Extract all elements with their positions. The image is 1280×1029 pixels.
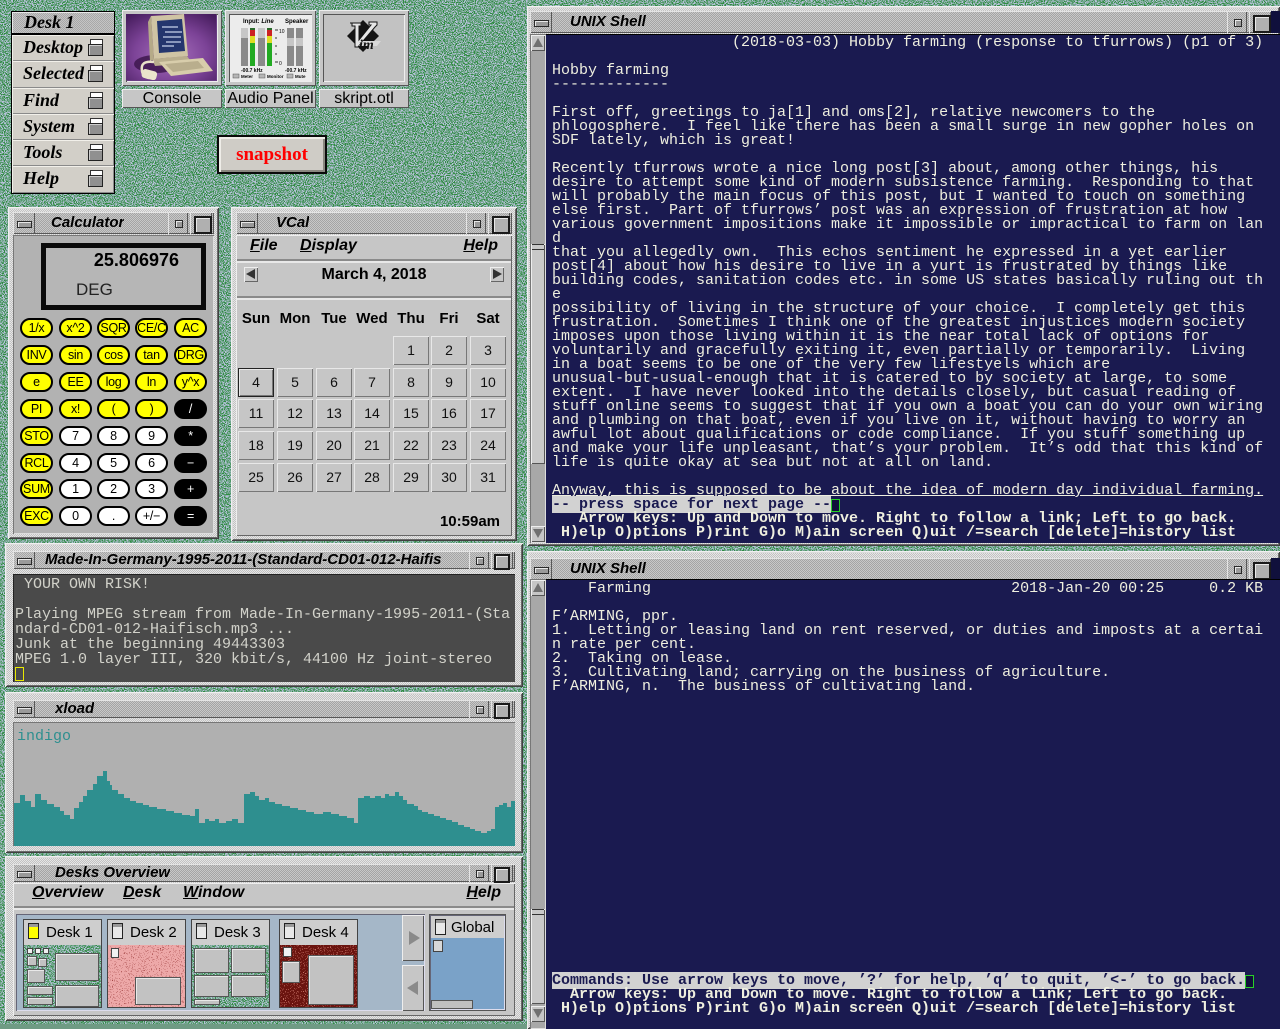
svg-text:0: 0 [279, 61, 282, 67]
svg-text:Speaker: Speaker [285, 19, 309, 25]
svg-text:im: im [359, 38, 374, 53]
svg-text:10: 10 [279, 29, 285, 35]
svg-text:Monitor: Monitor [267, 74, 284, 79]
svg-text:Meter: Meter [241, 74, 253, 79]
svg-text:Mute: Mute [295, 74, 306, 79]
svg-text:Input: Line: Input: Line [243, 19, 274, 25]
